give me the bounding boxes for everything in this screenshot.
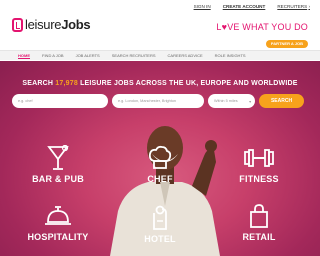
nav-job-alerts[interactable]: JOB ALERTS [76, 53, 100, 58]
recruiters-link[interactable]: RECRUITERS › [277, 4, 310, 9]
category-fitness[interactable]: FITNESS [224, 145, 294, 184]
dumbbell-icon [244, 149, 274, 167]
chef-hat-icon [148, 145, 172, 169]
nav-role-insights[interactable]: ROLE INSIGHTS [215, 53, 246, 58]
partner-job-button[interactable]: PARTNER A JOB [265, 40, 308, 48]
search-button[interactable]: SEARCH [259, 94, 304, 108]
sign-in-link[interactable]: SIGN IN [194, 4, 211, 9]
job-search-form: e.g. chef e.g. London, Manchester, Brigh… [12, 94, 304, 108]
category-chef[interactable]: CHEF [125, 145, 195, 184]
door-hanger-icon [153, 205, 167, 230]
tagline: L♥VE WHAT YOU DO [216, 22, 308, 32]
category-bar-pub[interactable]: BAR & PUB [23, 145, 93, 184]
site-header: leisureJobs SIGN IN CREATE ACCOUNT RECRU… [0, 0, 320, 50]
radius-select[interactable]: Within 5 miles ▾ [208, 94, 255, 108]
location-input[interactable]: e.g. London, Manchester, Brighton [112, 94, 204, 108]
hero-banner: SEARCH 17,978 LEISURE JOBS ACROSS THE UK… [0, 61, 320, 256]
nav-careers-advice[interactable]: CAREERS ADVICE [168, 53, 203, 58]
category-hotel[interactable]: HOTEL [125, 203, 195, 244]
nav-home[interactable]: HOME [18, 53, 30, 59]
category-retail[interactable]: RETAIL [224, 203, 294, 242]
main-nav: HOME FIND A JOB JOB ALERTS SEARCH RECRUI… [0, 50, 320, 60]
keywords-input[interactable]: e.g. chef [12, 94, 108, 108]
nav-search-recruiters[interactable]: SEARCH RECRUITERS [112, 53, 156, 58]
logo-mark-icon [12, 17, 23, 32]
leisurejobs-logo[interactable]: leisureJobs [12, 17, 91, 32]
shopping-bag-icon [250, 204, 268, 228]
cocktail-icon [47, 145, 69, 170]
create-account-link[interactable]: CREATE ACCOUNT [223, 4, 266, 9]
top-links: SIGN IN CREATE ACCOUNT RECRUITERS › [194, 4, 310, 9]
reception-bell-icon [45, 206, 71, 225]
chevron-down-icon: ▾ [249, 99, 251, 104]
chevron-right-icon: › [308, 4, 310, 9]
category-hospitality[interactable]: HOSPITALITY [23, 203, 93, 242]
hero-headline: SEARCH 17,978 LEISURE JOBS ACROSS THE UK… [22, 80, 298, 87]
nav-find-a-job[interactable]: FIND A JOB [42, 53, 64, 58]
